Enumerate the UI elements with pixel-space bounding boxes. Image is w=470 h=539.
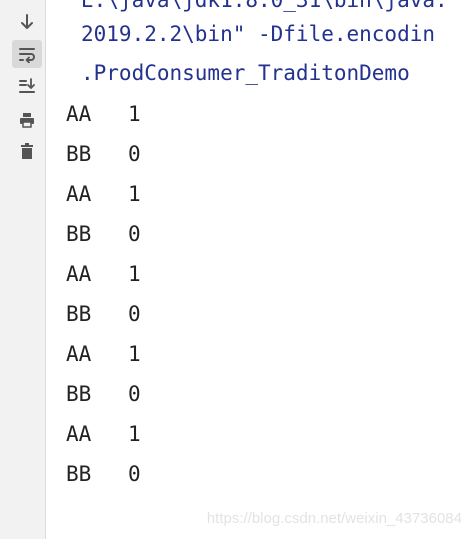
output-line: BB 0 [66,222,141,246]
value: 0 [128,222,141,246]
thread-name: BB [66,462,92,486]
value: 1 [128,182,141,206]
output-line: BB 0 [66,382,141,406]
output-line: AA 1 [66,262,141,286]
value: 1 [128,262,141,286]
thread-name: AA [66,102,92,126]
trash-icon [21,143,33,159]
command-line: E:\java\jdk1.8.0_31\bin\java. [81,0,448,12]
value: 1 [128,102,141,126]
output-line: AA 1 [66,342,141,366]
thread-name: BB [66,142,92,166]
value: 0 [128,382,141,406]
value: 0 [128,142,141,166]
console-output[interactable]: E:\java\jdk1.8.0_31\bin\java. 2019.2.2\b… [46,0,470,539]
command-line: .ProdConsumer_TraditonDemo [81,61,410,85]
thread-name: BB [66,302,92,326]
command-line: 2019.2.2\bin" -Dfile.encodin [81,22,436,46]
output-line: BB 0 [66,142,141,166]
thread-name: BB [66,382,92,406]
thread-name: AA [66,262,92,286]
scroll-to-bottom-button[interactable] [12,72,42,100]
thread-name: AA [66,182,92,206]
printer-icon [20,113,34,128]
output-line: BB 0 [66,462,141,486]
output-line: AA 1 [66,422,141,446]
watermark: https://blog.csdn.net/weixin_43736084 [206,510,462,527]
output-line: AA 1 [66,102,141,126]
clear-all-button[interactable] [12,137,42,165]
arrow-down-icon [21,14,33,29]
scroll-to-end-button[interactable] [12,8,42,36]
thread-name: AA [66,422,92,446]
value: 1 [128,342,141,366]
soft-wrap-icon [19,48,35,63]
output-line: AA 1 [66,182,141,206]
soft-wrap-button[interactable] [12,40,42,68]
run-console-window: E:\java\jdk1.8.0_31\bin\java. 2019.2.2\b… [0,0,470,539]
thread-name: AA [66,342,92,366]
console-toolbar [0,0,46,539]
value: 0 [128,302,141,326]
value: 1 [128,422,141,446]
print-button[interactable] [12,106,42,134]
output-line: BB 0 [66,302,141,326]
thread-name: BB [66,222,92,246]
scroll-down-lines-icon [19,78,35,93]
value: 0 [128,462,141,486]
